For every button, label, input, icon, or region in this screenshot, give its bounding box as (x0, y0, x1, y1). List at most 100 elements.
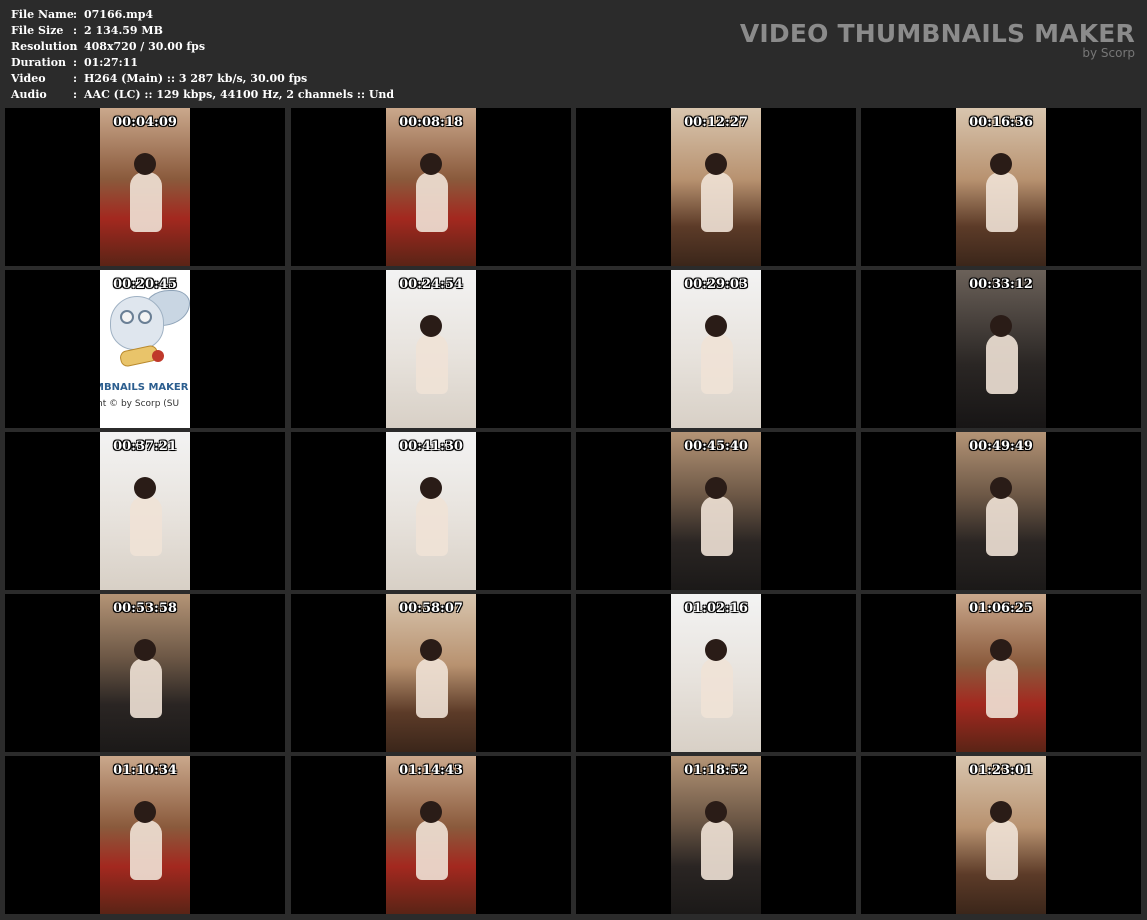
person-head-shape (990, 477, 1012, 499)
person-head-shape (134, 639, 156, 661)
thumbnail-frame: 00:12:27 (671, 108, 761, 266)
timestamp-label: 00:41:30 (399, 439, 463, 454)
thumbnail-frame: 00:16:36 (956, 108, 1046, 266)
person-body-shape (130, 496, 162, 556)
thumbnail-cell[interactable]: 01:23:01 (861, 756, 1141, 914)
thumbnail-frame: 01:06:25 (956, 594, 1046, 752)
thumbnail-cell[interactable]: 00:24:54 (291, 270, 571, 428)
person-body-shape (701, 172, 733, 232)
info-row: Resolution:408x720 / 30.00 fps (11, 39, 394, 55)
person-body-shape (416, 172, 448, 232)
info-value: H264 (Main) :: 3 287 kb/s, 30.00 fps (84, 72, 308, 85)
person-head-shape (134, 153, 156, 175)
person-head-shape (420, 801, 442, 823)
info-row: Duration:01:27:11 (11, 55, 394, 71)
thumbnail-frame: 01:18:52 (671, 756, 761, 914)
thumbnail-grid: 00:04:09 00:08:18 00:12:27 00:16:36 MBNAILS … (5, 108, 1143, 918)
person-body-shape (986, 172, 1018, 232)
timestamp-label: 00:24:54 (399, 277, 463, 292)
thumbnail-frame: 00:45:40 (671, 432, 761, 590)
info-row: Audio: AAC (LC) :: 129 kbps, 44100 Hz, 2 … (11, 87, 394, 103)
timestamp-label: 00:16:36 (969, 115, 1033, 130)
thumbnail-cell[interactable]: 00:16:36 (861, 108, 1141, 266)
timestamp-label: 01:23:01 (969, 763, 1033, 778)
thumbnail-cell[interactable]: 01:10:34 (5, 756, 285, 914)
owl-eye-icon (138, 310, 152, 324)
info-key: Resolution (11, 40, 78, 53)
thumbnail-cell[interactable]: 00:04:09 (5, 108, 285, 266)
person-body-shape (986, 658, 1018, 718)
brand-watermark: VIDEO THUMBNAILS MAKER by Scorp (740, 20, 1135, 60)
person-head-shape (990, 153, 1012, 175)
timestamp-label: 00:29:03 (684, 277, 748, 292)
person-head-shape (705, 639, 727, 661)
person-head-shape (705, 315, 727, 337)
person-head-shape (990, 315, 1012, 337)
person-head-shape (420, 639, 442, 661)
thumbnail-frame: 00:08:18 (386, 108, 476, 266)
timestamp-label: 01:14:43 (399, 763, 463, 778)
timestamp-label: 00:04:09 (113, 115, 177, 130)
timestamp-label: 01:18:52 (684, 763, 748, 778)
thumbnail-cell[interactable]: 00:12:27 (576, 108, 856, 266)
info-separator: : (73, 88, 78, 101)
timestamp-label: 00:37:21 (113, 439, 177, 454)
thumbnail-cell[interactable]: 00:33:12 (861, 270, 1141, 428)
thumbnail-cell[interactable]: MBNAILS MAKER 8 nt © by Scorp (SU 00:20:45 (5, 270, 285, 428)
timestamp-label: 00:45:40 (684, 439, 748, 454)
thumbnail-cell[interactable]: 01:18:52 (576, 756, 856, 914)
thumbnail-cell[interactable]: 00:29:03 (576, 270, 856, 428)
info-value: AAC (LC) :: 129 kbps, 44100 Hz, 2 channe… (84, 88, 395, 101)
timestamp-label: 01:02:16 (684, 601, 748, 616)
person-head-shape (705, 801, 727, 823)
logo-copyright: nt © by Scorp (SU (100, 399, 180, 409)
info-key: Audio (11, 88, 47, 101)
thumbnail-cell[interactable]: 00:45:40 (576, 432, 856, 590)
timestamp-label: 00:12:27 (684, 115, 748, 130)
info-value: 07166.mp4 (84, 8, 154, 21)
person-body-shape (416, 334, 448, 394)
thumbnail-cell[interactable]: 00:08:18 (291, 108, 571, 266)
thumbnail-cell[interactable]: 01:06:25 (861, 594, 1141, 752)
person-body-shape (130, 172, 162, 232)
thumbnail-cell[interactable]: 01:02:16 (576, 594, 856, 752)
thumbnail-cell[interactable]: 00:49:49 (861, 432, 1141, 590)
brand-title: VIDEO THUMBNAILS MAKER (739, 19, 1135, 48)
info-separator: : (73, 24, 78, 37)
info-value: 01:27:11 (84, 56, 139, 69)
thumbnail-frame: 01:02:16 (671, 594, 761, 752)
thumbnail-frame: 00:41:30 (386, 432, 476, 590)
person-head-shape (990, 639, 1012, 661)
seal-icon (152, 350, 164, 362)
timestamp-label: 00:49:49 (969, 439, 1033, 454)
person-body-shape (130, 820, 162, 880)
person-body-shape (986, 334, 1018, 394)
person-body-shape (701, 334, 733, 394)
timestamp-label: 01:06:25 (969, 601, 1033, 616)
info-header: File Name:07166.mp4 File Size:2 134.59 MB… (0, 0, 1147, 108)
info-key: Video (11, 72, 46, 85)
info-key: File Name (11, 8, 74, 21)
thumbnail-frame: 00:49:49 (956, 432, 1046, 590)
thumbnail-cell[interactable]: 00:41:30 (291, 432, 571, 590)
thumbnail-cell[interactable]: 00:53:58 (5, 594, 285, 752)
person-body-shape (701, 820, 733, 880)
timestamp-label: 00:58:07 (399, 601, 463, 616)
thumbnail-cell[interactable]: 01:14:43 (291, 756, 571, 914)
timestamp-label: 00:33:12 (969, 277, 1033, 292)
thumbnail-frame: 01:14:43 (386, 756, 476, 914)
person-head-shape (134, 801, 156, 823)
info-row: File Size:2 134.59 MB (11, 23, 394, 39)
info-row: Video: H264 (Main) :: 3 287 kb/s, 30.00 f… (11, 71, 394, 87)
thumbnail-frame: 00:58:07 (386, 594, 476, 752)
thumbnail-cell[interactable]: 00:58:07 (291, 594, 571, 752)
thumbnail-frame: 00:24:54 (386, 270, 476, 428)
person-body-shape (986, 496, 1018, 556)
thumbnail-cell[interactable]: 00:37:21 (5, 432, 285, 590)
info-separator: : (73, 72, 78, 85)
thumbnail-frame: 00:37:21 (100, 432, 190, 590)
thumbnail-frame: 00:04:09 (100, 108, 190, 266)
person-body-shape (416, 820, 448, 880)
person-head-shape (420, 315, 442, 337)
timestamp-label: 00:53:58 (113, 601, 177, 616)
